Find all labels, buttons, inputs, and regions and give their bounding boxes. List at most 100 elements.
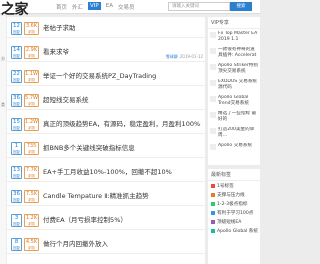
main-nav: 首页 外汇 VIP EA 交易员: [56, 2, 135, 11]
vip-item[interactable]: Apollo 交易系统: [208, 141, 260, 157]
vip-item-title[interactable]: Apollo Global Trend交易系统: [218, 95, 258, 107]
tag-label[interactable]: Apollo Global 系统: [217, 228, 258, 234]
topic-row[interactable]: 15回复1.2W浏览真正的顶级趋势EA，有源码，稳定盈利，月盈利100%~指标已: [7, 115, 205, 134]
topic-row[interactable]: 22 回复 1.1W 浏览 举证一个好的交易系统PZ_DayTrading: [7, 67, 205, 86]
reply-count: 22 回复: [11, 70, 22, 83]
vip-item-title[interactable]: Apollo 交易系统: [218, 143, 252, 155]
tag-color-icon: [211, 183, 215, 188]
topic-meta: 雪球聊 2019-01-12: [137, 54, 203, 60]
vip-item-title[interactable]: Apollo Striker特别顶尖交易系统: [218, 63, 258, 75]
nav-ea[interactable]: EA: [106, 3, 113, 11]
reply-count-label: 回复: [13, 198, 20, 202]
reply-count-value: 1: [14, 143, 19, 149]
view-count-label: 浏览: [28, 174, 35, 178]
tag-color-icon: [211, 192, 215, 197]
reply-count-value: 3: [14, 215, 19, 221]
tag-label[interactable]: 1-2-3极点指标: [217, 201, 247, 207]
topic-row[interactable]: 1 回复 735 浏览 抓BNB多个关键线突破指标信息: [7, 139, 205, 158]
vip-item[interactable]: Fx Top Master EA 2019 1.1: [208, 29, 260, 45]
view-count: 7.7K 浏览: [24, 166, 39, 179]
tag-color-icon: [211, 210, 215, 215]
reply-count-label: 回复: [13, 54, 20, 58]
topic-row[interactable]: 36 回复 5.7W 浏览 超短线交易系统: [7, 91, 205, 110]
view-count: 5.7W 浏览: [24, 94, 39, 107]
topic-row[interactable]: 13 回复 7.7K 浏览 EA+手工月收益10%-100%，回撤不超10%: [7, 163, 205, 182]
reply-count-value: 13: [13, 167, 20, 173]
nav-vip[interactable]: VIP: [88, 2, 101, 10]
tag-label[interactable]: 有利于学习100点: [217, 210, 253, 216]
topic-row[interactable]: 14 回复 2.9K 浏览 看来求爷 雪球聊 2019-01-12: [7, 43, 205, 62]
tag-label[interactable]: 1号标签: [217, 183, 234, 189]
tag-item[interactable]: 1-2-3极点指标: [208, 199, 260, 208]
vip-item-title[interactable]: 精选了一些指标 最好的: [218, 111, 258, 123]
tag-item[interactable]: 顶级短线EA: [208, 217, 260, 226]
reply-count: 36 回复: [11, 190, 22, 203]
reply-count-label: 回复: [13, 126, 20, 130]
reply-count-value: 22: [13, 71, 20, 77]
left-category-strip: 分 类: [0, 16, 6, 264]
top-bar: 之家 首页 外汇 VIP EA 交易员 请输入关键词 搜索: [0, 0, 260, 18]
vip-item[interactable]: 精选了一些指标 最好的: [208, 109, 260, 125]
view-count-value: 735: [26, 143, 37, 149]
topic-meta: [137, 78, 203, 83]
topic-row[interactable]: 8 回复 4.5K 浏览 做行个月内回撤外放入: [7, 235, 205, 254]
thumbnail-icon: [210, 96, 216, 102]
tag-item[interactable]: 有利于学习100点: [208, 208, 260, 217]
search-input[interactable]: 请输入关键词: [168, 2, 230, 11]
tag-color-icon: [211, 219, 215, 224]
vip-item[interactable]: EXODUS 交易系统源代码: [208, 77, 260, 93]
tag-item[interactable]: 支撑与压力线: [208, 190, 260, 199]
category-label[interactable]: 类: [1, 102, 6, 108]
tag-panel-title: 最新标签: [208, 169, 260, 181]
reply-count-value: 12: [13, 23, 20, 29]
vip-item[interactable]: Apollo Striker特别顶尖交易系统: [208, 61, 260, 77]
topic-row[interactable]: 36 回复 7.5K 浏览 Candle Tempature Ⅱ:精准抓主趋势: [7, 187, 205, 206]
reply-count-label: 回复: [13, 222, 20, 226]
view-count: 4.5K 浏览: [24, 238, 39, 251]
nav-traders[interactable]: 交易员: [118, 3, 135, 11]
vip-item-title[interactable]: 打造200美金的单周…: [218, 127, 258, 139]
view-count: 2.9K 浏览: [24, 46, 39, 59]
vip-item-title[interactable]: 一款很有神奇的道具插件: Accelerat: [218, 47, 258, 59]
view-count-value: 3.6K: [25, 23, 38, 29]
vip-item-title[interactable]: Fx Top Master EA 2019 1.1: [218, 31, 258, 43]
thumbnail-icon: [210, 80, 216, 86]
topic-author[interactable]: 雪球聊: [166, 54, 178, 59]
tag-label[interactable]: 顶级短线EA: [217, 219, 241, 225]
vip-item-title[interactable]: EXODUS 交易系统源代码: [218, 79, 258, 91]
tag-label[interactable]: 支撑与压力线: [217, 192, 245, 198]
topic-row[interactable]: 3 回复 1.2K 浏览 付费EA（月亏损率控制5%）: [7, 211, 205, 230]
vip-item[interactable]: Apollo Global Trend交易系统: [208, 93, 260, 109]
tag-color-icon: [211, 201, 215, 206]
topic-meta: [137, 222, 203, 227]
view-count: 1.2W 浏览: [24, 118, 39, 131]
view-count-label: 浏览: [28, 246, 35, 250]
nav-forex[interactable]: 外汇: [72, 3, 83, 11]
tag-color-icon: [211, 228, 215, 233]
view-count-value: 1.2K: [25, 215, 38, 221]
view-count: 1.1W 浏览: [24, 70, 39, 83]
tag-item[interactable]: 1号标签: [208, 181, 260, 190]
reply-count-label: 回复: [13, 174, 20, 178]
topic-meta: [137, 150, 203, 155]
view-count: 7.5K 浏览: [24, 190, 39, 203]
view-count: 1.2K 浏览: [24, 214, 39, 227]
reply-count: 36 回复: [11, 94, 22, 107]
topic-row[interactable]: 12 回复 3.6K 浏览 老帖子求助: [7, 19, 205, 38]
thumbnail-icon: [210, 112, 216, 118]
thumbnail-icon: [210, 48, 216, 54]
view-count-label: 浏览: [28, 78, 35, 82]
search-button[interactable]: 搜索: [230, 2, 252, 11]
vip-item[interactable]: 一款很有神奇的道具插件: Accelerat: [208, 45, 260, 61]
view-count-label: 浏览: [28, 126, 35, 130]
nav-home[interactable]: 首页: [56, 3, 67, 11]
reply-count: 12 回复: [11, 22, 22, 35]
reply-count: 15 回复: [11, 118, 22, 131]
reply-count-label: 回复: [13, 78, 20, 82]
reply-count: 1 回复: [11, 142, 22, 155]
topic-time: 2019-01-12: [179, 54, 203, 59]
category-label[interactable]: 分: [1, 56, 6, 62]
vip-item[interactable]: 打造200美金的单周…: [208, 125, 260, 141]
tag-item[interactable]: Apollo Global 系统: [208, 226, 260, 235]
reply-count-label: 回复: [13, 30, 20, 34]
